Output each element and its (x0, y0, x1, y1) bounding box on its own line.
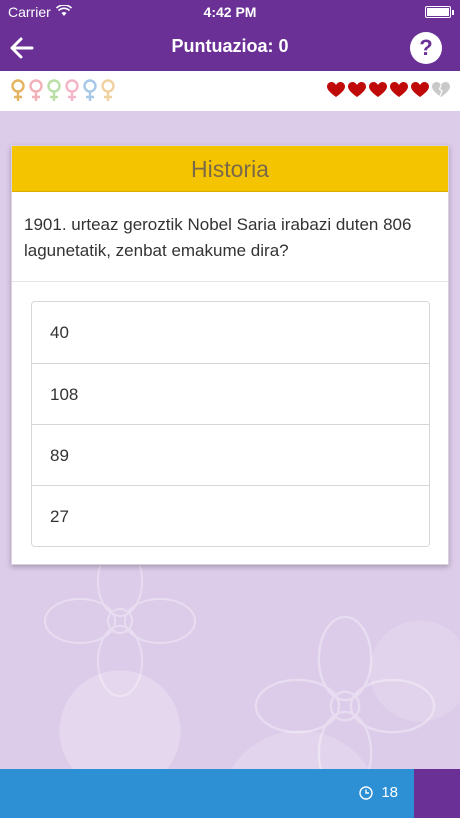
answer-option-4[interactable]: 27 (32, 485, 429, 546)
female-symbol-icon (65, 79, 79, 101)
female-symbol-icon (29, 79, 43, 101)
clock-icon (359, 785, 374, 800)
question-text: 1901. urteaz geroztik Nobel Saria irabaz… (12, 192, 448, 282)
female-symbols (10, 79, 116, 103)
flower-decoration (44, 545, 196, 697)
heart-icon (369, 82, 387, 97)
category-header: Historia (12, 146, 448, 192)
timer: 18 (359, 784, 398, 801)
answer-list: 40 108 89 27 (31, 301, 430, 547)
progress-row (0, 71, 460, 111)
navigation-bar: Puntuazioa: 0 ? (0, 24, 460, 71)
top-bar: Carrier 4:42 PM Puntuazioa: 0 ? (0, 0, 460, 71)
female-symbol-icon (47, 79, 61, 101)
answer-option-3[interactable]: 89 (32, 424, 429, 485)
question-card: Historia 1901. urteaz geroztik Nobel Sar… (11, 145, 449, 565)
female-symbol-icon (101, 79, 115, 101)
status-bar: Carrier 4:42 PM (0, 0, 460, 24)
help-button[interactable]: ? (410, 32, 442, 64)
score-title: Puntuazioa: 0 (171, 36, 289, 56)
female-symbol-icon (83, 79, 97, 101)
answer-option-2[interactable]: 108 (32, 363, 429, 424)
heart-icon (411, 82, 429, 97)
answer-option-1[interactable]: 40 (32, 302, 429, 363)
status-time: 4:42 PM (203, 4, 257, 20)
lives-hearts (327, 82, 450, 98)
female-symbol-icon (11, 79, 25, 101)
broken-heart-icon (432, 82, 450, 97)
timer-value: 18 (381, 784, 398, 801)
bottom-bar: 18 (0, 769, 414, 818)
heart-icon (327, 82, 345, 97)
heart-icon (348, 82, 366, 97)
battery-icon (425, 6, 454, 18)
heart-icon (390, 82, 408, 97)
bottom-right-block (414, 769, 460, 818)
